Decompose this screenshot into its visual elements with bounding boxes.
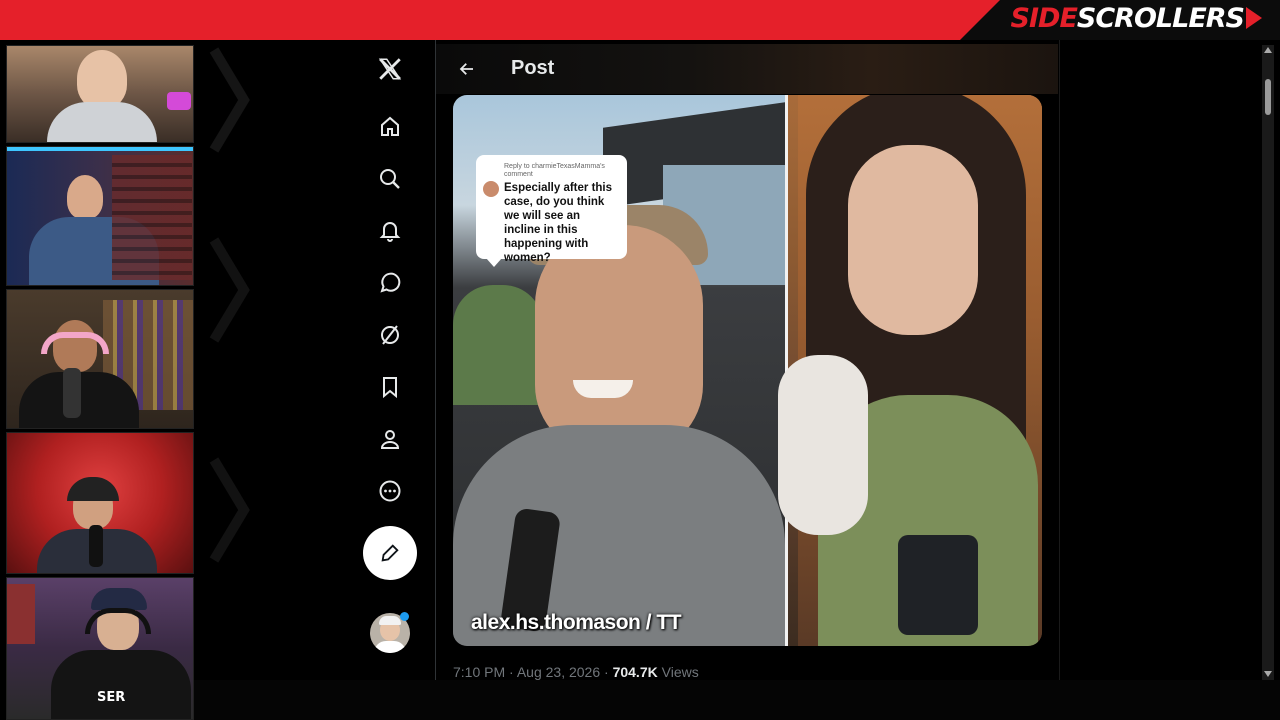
compose-icon [381, 544, 399, 562]
separator: · [604, 664, 609, 680]
notification-dot [400, 612, 409, 621]
reply-avatar [483, 181, 499, 197]
scrollbar[interactable] [1262, 45, 1274, 680]
brand-part2: SCROLLERS [1076, 3, 1245, 34]
webcam-tile [6, 289, 194, 429]
webcam-column: SER [6, 45, 194, 720]
reply-bubble: Reply to charmieTexasMamma's comment Esp… [476, 155, 627, 267]
separator: · [509, 664, 514, 680]
brand-logo: SIDESCROLLERS [1011, 3, 1262, 34]
bookmark-icon[interactable] [373, 370, 407, 404]
scroll-thumb[interactable] [1265, 79, 1271, 115]
brand-arrow-icon [1246, 7, 1262, 29]
views-label: Views [661, 664, 699, 680]
column-divider-right [1059, 40, 1060, 680]
webcam-tile: SER [6, 577, 194, 720]
page-title: Post [511, 57, 555, 79]
x-sidebar [360, 40, 420, 680]
post-header: Post [436, 44, 1058, 94]
profile-icon[interactable] [373, 422, 407, 456]
scroll-down-arrow-icon[interactable] [1264, 671, 1272, 677]
video-watermark: alex.hs.thomason / TT [471, 611, 682, 634]
grok-icon[interactable] [373, 318, 407, 352]
reply-text: Especially after this case, do you think… [504, 182, 613, 264]
bottom-decoration [194, 680, 1280, 720]
post-date[interactable]: Aug 23, 2026 [517, 664, 600, 680]
webcam-tile [6, 45, 194, 143]
reply-reference: Reply to charmieTexasMamma's comment [504, 163, 605, 178]
post-metadata: 7:10 PM · Aug 23, 2026 · 704.7K Views [453, 664, 699, 680]
webcam-tile [6, 432, 194, 574]
top-banner: SIDESCROLLERS [0, 0, 1280, 40]
notifications-icon[interactable] [373, 214, 407, 248]
post-time[interactable]: 7:10 PM [453, 664, 505, 680]
brand-part1: SIDE [1010, 3, 1078, 34]
search-icon[interactable] [373, 162, 407, 196]
column-divider [435, 40, 436, 680]
compose-button[interactable] [363, 526, 417, 580]
messages-icon[interactable] [373, 266, 407, 300]
back-arrow-icon [459, 63, 473, 75]
home-icon[interactable] [373, 110, 407, 144]
x-logo-icon[interactable] [373, 52, 407, 86]
more-icon[interactable] [373, 474, 407, 508]
webcam-tile [6, 146, 194, 286]
background-decoration [209, 47, 250, 563]
views-count: 704.7K [612, 664, 658, 680]
post-media[interactable]: Reply to charmieTexasMamma's comment Esp… [453, 95, 1042, 646]
scroll-up-arrow-icon[interactable] [1264, 47, 1272, 53]
photo-frame-right [778, 95, 1042, 646]
back-button[interactable] [454, 56, 480, 82]
